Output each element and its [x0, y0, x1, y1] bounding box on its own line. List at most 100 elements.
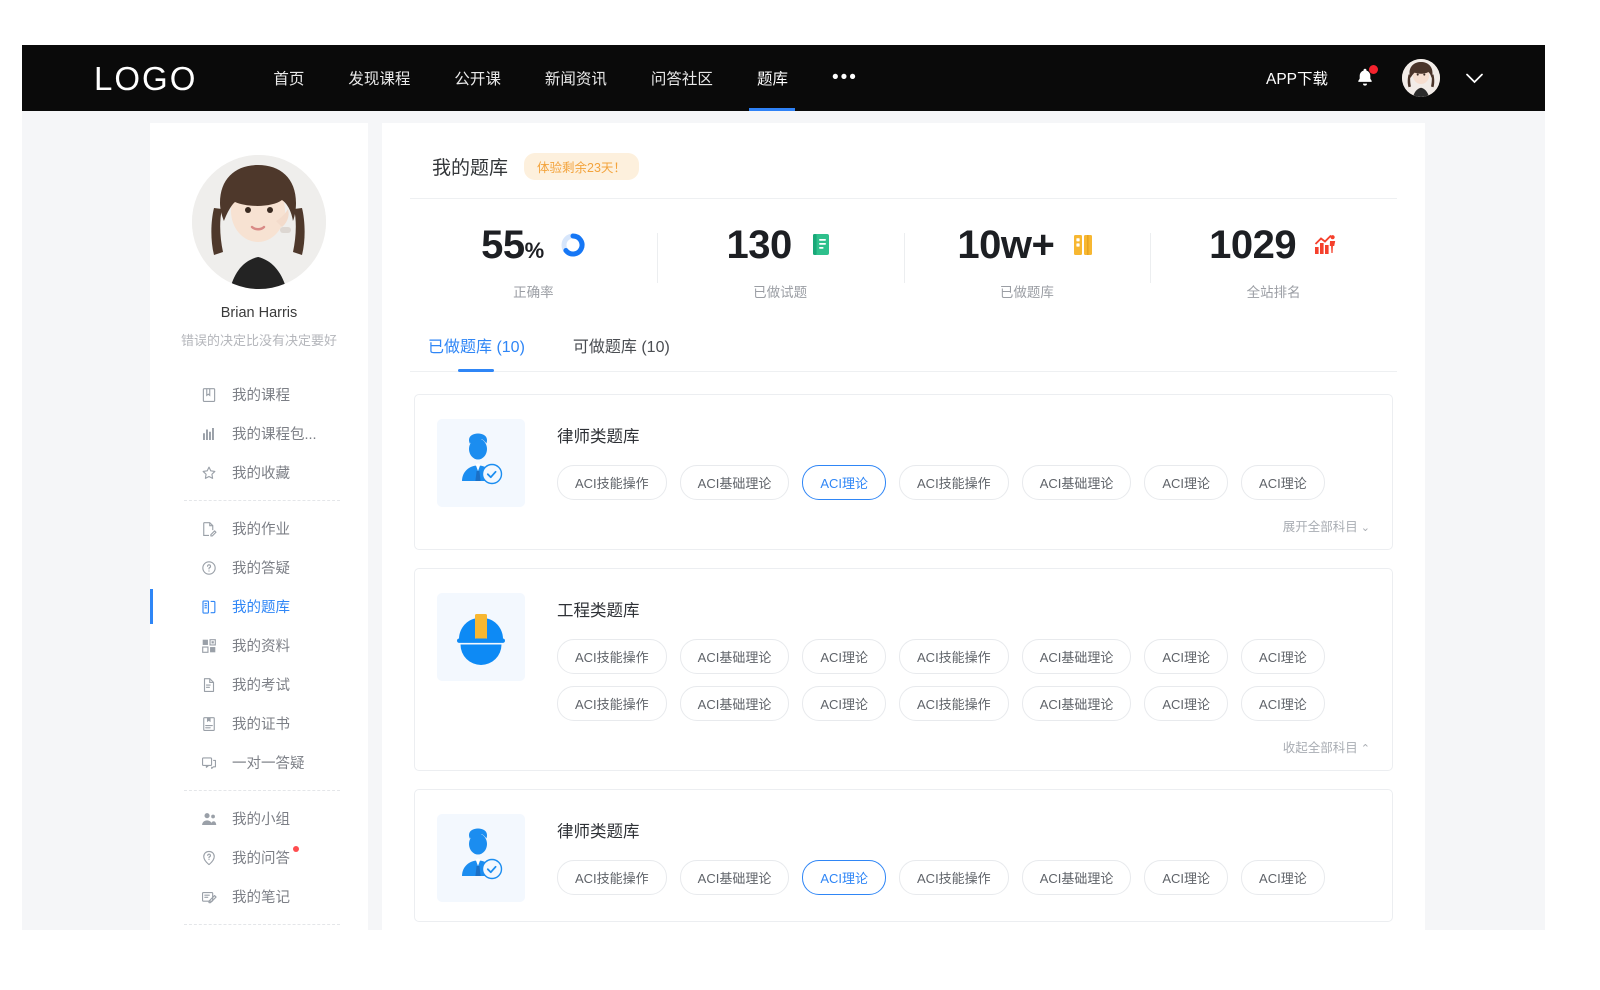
- subject-chip[interactable]: ACI技能操作: [557, 860, 667, 895]
- subject-chip[interactable]: ACI理论: [1241, 639, 1325, 674]
- qa-pin-icon: [200, 849, 218, 867]
- profile-avatar[interactable]: [192, 155, 326, 289]
- tab-2[interactable]: 可做题库 (10): [573, 333, 670, 371]
- subject-chip[interactable]: ACI技能操作: [899, 860, 1009, 895]
- note-edit-icon: [200, 888, 218, 906]
- subject-chip[interactable]: ACI技能操作: [899, 686, 1009, 721]
- sidebar: Brian Harris 错误的决定比没有决定要好 我的课程我的课程包...我的…: [150, 123, 368, 930]
- sidebar-divider: [184, 790, 340, 791]
- expand-subjects-toggle[interactable]: 展开全部科目⌄: [557, 512, 1370, 535]
- subject-chip[interactable]: ACI基础理论: [1022, 639, 1132, 674]
- stat-card-1: 55% 正确率: [410, 225, 657, 301]
- subject-chip[interactable]: ACI理论: [1241, 465, 1325, 500]
- chevron-down-icon[interactable]: [1466, 73, 1483, 84]
- red-rank-chart-icon: [1312, 232, 1338, 258]
- yellow-book-icon: [1070, 232, 1096, 258]
- sidebar-item-label: 我的小组: [232, 808, 290, 829]
- sidebar-item-7[interactable]: 我的资料: [150, 626, 368, 665]
- subject-chip[interactable]: ACI基础理论: [680, 686, 790, 721]
- main-nav-links: 首页发现课程公开课新闻资讯问答社区题库: [251, 45, 810, 111]
- subject-chip[interactable]: ACI技能操作: [557, 686, 667, 721]
- sidebar-item-label: 我的答疑: [232, 557, 290, 578]
- nav-item-3[interactable]: 公开课: [432, 45, 523, 111]
- stat-value: 55%: [481, 225, 544, 265]
- subject-chip[interactable]: ACI理论: [802, 639, 886, 674]
- nav-item-2[interactable]: 发现课程: [326, 45, 432, 111]
- subject-chip[interactable]: ACI基础理论: [1022, 465, 1132, 500]
- question-bank-card[interactable]: 工程类题库 ACI技能操作 ACI基础理论 ACI理论 ACI技能操作 ACI基础理论 AC…: [414, 568, 1393, 771]
- sidebar-item-4[interactable]: 我的作业: [150, 509, 368, 548]
- sidebar-item-6[interactable]: 我的题库: [150, 587, 368, 626]
- sidebar-item-label: 一对一答疑: [232, 752, 305, 773]
- subject-chip[interactable]: ACI理论: [1241, 860, 1325, 895]
- subject-chip-row: ACI技能操作 ACI基础理论 ACI理论 ACI技能操作 ACI基础理论 ACI理论 AC…: [557, 465, 1370, 500]
- sidebar-menu: 我的课程我的课程包... 我的收藏我的作业我的答疑我的题库我的资料我的考试我的证书…: [150, 375, 368, 930]
- sidebar-divider: [184, 500, 340, 501]
- sidebar-profile: Brian Harris 错误的决定比没有决定要好: [150, 155, 368, 349]
- sidebar-item-8[interactable]: 我的考试: [150, 665, 368, 704]
- avatar[interactable]: [1402, 59, 1440, 97]
- stat-value-row: 55%: [481, 225, 586, 265]
- sidebar-item-2[interactable]: 我的课程包...: [150, 414, 368, 453]
- sidebar-item-11[interactable]: 我的小组: [150, 799, 368, 838]
- notification-badge-dot: [1369, 65, 1378, 74]
- subject-chip[interactable]: ACI理论: [1144, 860, 1228, 895]
- sidebar-item-label: 我的问答: [232, 847, 290, 868]
- subject-chip[interactable]: ACI技能操作: [899, 639, 1009, 674]
- sidebar-item-label: 我的课程: [232, 384, 290, 405]
- subject-chip[interactable]: ACI基础理论: [1022, 686, 1132, 721]
- subject-chip[interactable]: ACI理论: [1144, 639, 1228, 674]
- stat-label: 正确率: [513, 281, 554, 301]
- stat-value-suffix: %: [525, 238, 544, 263]
- card-title: 工程类题库: [557, 597, 1370, 621]
- card-title: 律师类题库: [557, 818, 1370, 842]
- nav-item-4[interactable]: 新闻资讯: [523, 45, 629, 111]
- subject-chip[interactable]: ACI基础理论: [680, 465, 790, 500]
- question-bank-card[interactable]: 律师类题库ACI技能操作ACI基础理论ACI理论ACI技能操作ACI基础理论AC…: [414, 394, 1393, 550]
- question-bank-list: 律师类题库ACI技能操作ACI基础理论ACI理论ACI技能操作ACI基础理论AC…: [410, 372, 1397, 922]
- app-download-link[interactable]: APP下载: [1266, 67, 1328, 89]
- subject-chip[interactable]: ACI理论: [802, 686, 886, 721]
- question-bank-card[interactable]: 律师类题库 ACI技能操作 ACI基础理论 ACI理论 ACI技能操作 ACI基础理论 AC…: [414, 789, 1393, 922]
- subject-chip[interactable]: ACI基础理论: [680, 639, 790, 674]
- question-circle-icon: [200, 559, 218, 577]
- nav-item-5[interactable]: 问答社区: [629, 45, 735, 111]
- expand-subjects-toggle[interactable]: 收起全部科目⌃: [557, 733, 1370, 756]
- site-logo[interactable]: LOGO: [94, 62, 197, 95]
- subject-chip[interactable]: ACI理论: [1144, 686, 1228, 721]
- subject-chip[interactable]: ACI技能操作: [557, 639, 667, 674]
- subject-chip[interactable]: ACI基础理论: [680, 860, 790, 895]
- nav-right-group: APP下载: [1266, 59, 1483, 97]
- more-nav-icon[interactable]: •••: [810, 45, 880, 111]
- subject-chip[interactable]: ACI理论: [802, 465, 886, 500]
- stat-label: 全站排名: [1247, 281, 1301, 301]
- chart-bars-icon: [200, 425, 218, 443]
- sidebar-item-3[interactable]: 我的收藏: [150, 453, 368, 492]
- notification-bell-button[interactable]: [1354, 65, 1376, 91]
- stat-label: 已做题库: [1000, 281, 1054, 301]
- profile-name: Brian Harris: [164, 305, 354, 321]
- nav-item-6[interactable]: 题库: [735, 45, 810, 111]
- subject-chip[interactable]: ACI基础理论: [1022, 860, 1132, 895]
- nav-item-1[interactable]: 首页: [251, 45, 326, 111]
- donut-progress-icon: [560, 232, 586, 258]
- subject-chip[interactable]: ACI技能操作: [557, 465, 667, 500]
- sidebar-item-9[interactable]: 我的证书: [150, 704, 368, 743]
- sidebar-item-label: 我的考试: [232, 674, 290, 695]
- trial-badge: 体验剩余23天！: [524, 153, 639, 180]
- subject-chip[interactable]: ACI理论: [1241, 686, 1325, 721]
- tab-1[interactable]: 已做题库 (10): [428, 333, 525, 371]
- chevron-toggle-icon: ⌄: [1361, 522, 1370, 534]
- subject-chip[interactable]: ACI理论: [1144, 465, 1228, 500]
- sidebar-item-13[interactable]: 我的笔记: [150, 877, 368, 916]
- subject-chip[interactable]: ACI理论: [802, 860, 886, 895]
- sidebar-item-12[interactable]: 我的问答: [150, 838, 368, 877]
- sidebar-item-1[interactable]: 我的课程: [150, 375, 368, 414]
- sidebar-item-label: 我的笔记: [232, 886, 290, 907]
- subject-chip[interactable]: ACI技能操作: [899, 465, 1009, 500]
- sidebar-item-5[interactable]: 我的答疑: [150, 548, 368, 587]
- sidebar-item-label: 我的收藏: [232, 462, 290, 483]
- chat-bubble-icon: [200, 754, 218, 772]
- homework-icon: [200, 520, 218, 538]
- sidebar-item-10[interactable]: 一对一答疑: [150, 743, 368, 782]
